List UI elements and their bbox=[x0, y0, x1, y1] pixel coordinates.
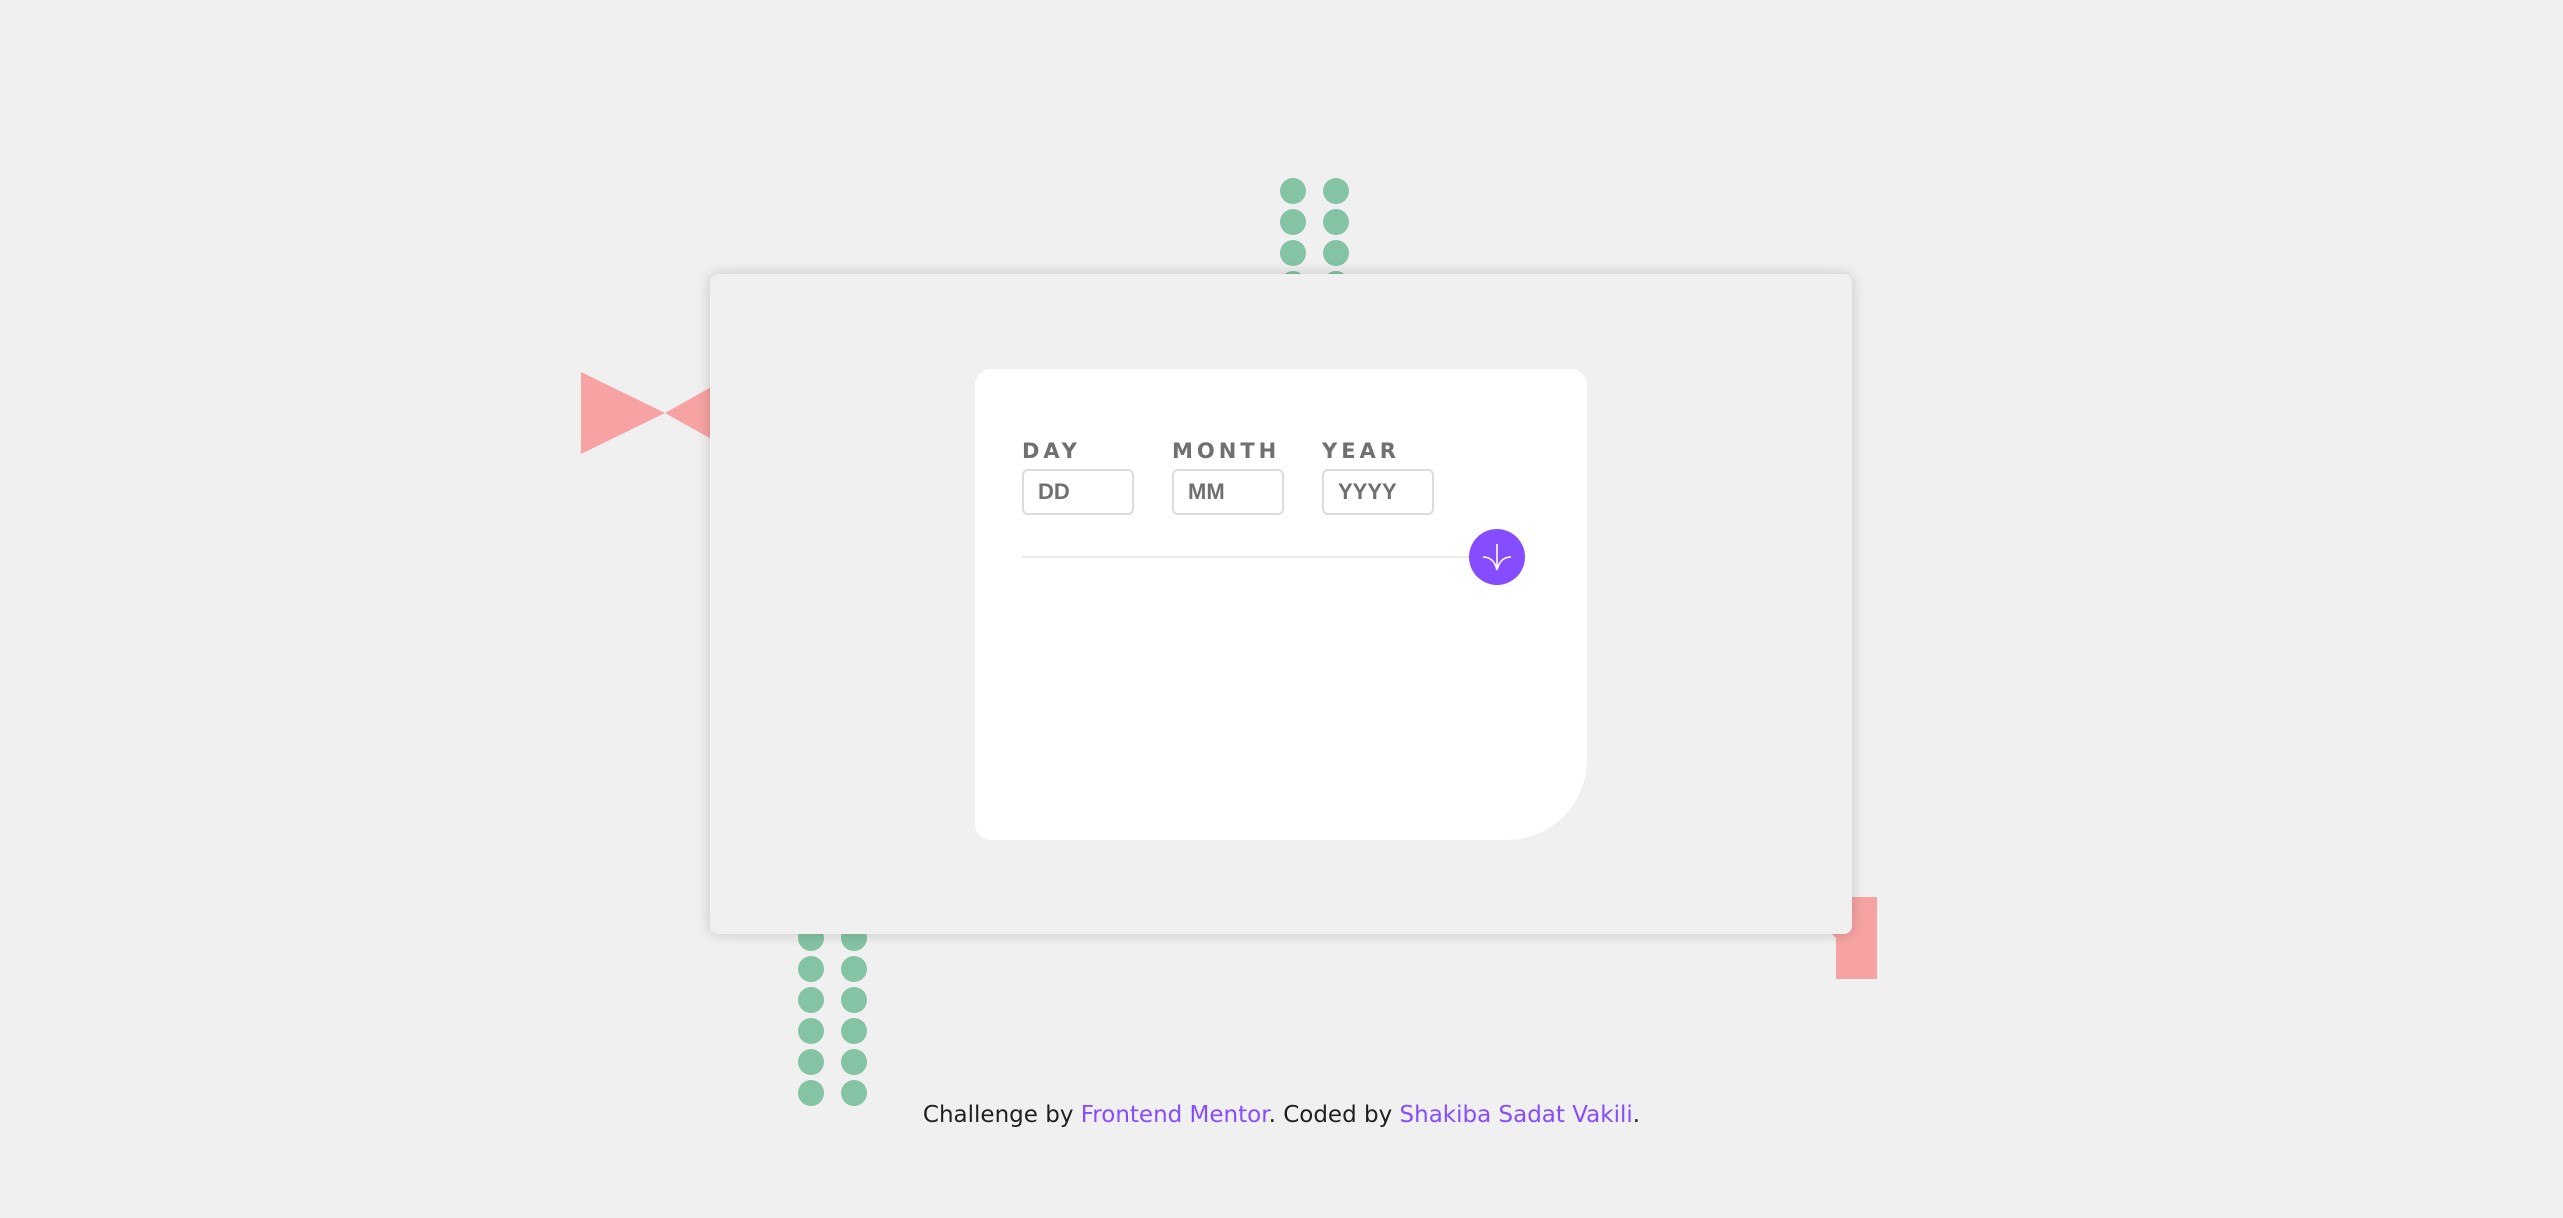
page: DAY MONTH YEAR Challenge by Frontend Men… bbox=[0, 0, 2563, 1218]
age-calculator-card: DAY MONTH YEAR bbox=[975, 369, 1587, 840]
date-fields: DAY MONTH YEAR bbox=[1022, 439, 1434, 515]
footer-suffix: . bbox=[1632, 1102, 1641, 1128]
dot bbox=[841, 987, 867, 1013]
dot bbox=[1280, 178, 1306, 204]
day-field: DAY bbox=[1022, 439, 1134, 515]
footer-prefix: Challenge by bbox=[922, 1102, 1081, 1128]
dot bbox=[841, 956, 867, 982]
year-label: YEAR bbox=[1322, 439, 1400, 463]
frontend-mentor-link[interactable]: Frontend Mentor bbox=[1081, 1102, 1269, 1128]
submit-button[interactable] bbox=[1469, 529, 1525, 585]
dot bbox=[1280, 240, 1306, 266]
day-input[interactable] bbox=[1022, 469, 1134, 515]
dot bbox=[841, 1018, 867, 1044]
triangle-decoration-left-small bbox=[665, 386, 713, 440]
footer-middle: . Coded by bbox=[1268, 1102, 1400, 1128]
divider bbox=[1022, 556, 1482, 558]
dot bbox=[798, 1049, 824, 1075]
year-field: YEAR bbox=[1322, 439, 1434, 515]
month-input[interactable] bbox=[1172, 469, 1284, 515]
dot bbox=[1323, 209, 1349, 235]
dot bbox=[798, 1018, 824, 1044]
author-link[interactable]: Shakiba Sadat Vakili bbox=[1400, 1102, 1633, 1128]
dot bbox=[1323, 178, 1349, 204]
triangle-decoration-left bbox=[581, 372, 665, 454]
dot bbox=[841, 1049, 867, 1075]
arrow-down-icon bbox=[1482, 544, 1512, 571]
day-label: DAY bbox=[1022, 439, 1081, 463]
year-input[interactable] bbox=[1322, 469, 1434, 515]
dots-decoration-bottom bbox=[798, 925, 867, 1106]
dot bbox=[798, 987, 824, 1013]
dot bbox=[798, 956, 824, 982]
attribution-footer: Challenge by Frontend Mentor. Coded by S… bbox=[0, 1102, 2563, 1128]
month-label: MONTH bbox=[1172, 439, 1281, 463]
dot bbox=[1280, 209, 1306, 235]
month-field: MONTH bbox=[1172, 439, 1284, 515]
dot bbox=[1323, 240, 1349, 266]
